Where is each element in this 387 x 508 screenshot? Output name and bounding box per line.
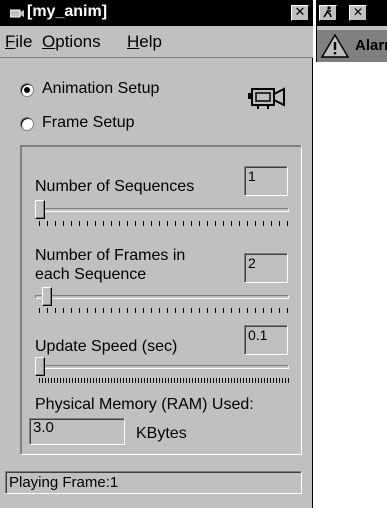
speed-value: 0.1	[244, 325, 288, 355]
memory-value: 3.0	[29, 418, 125, 445]
speed-label: Update Speed (sec)	[35, 338, 178, 355]
menu-options[interactable]: Options	[42, 32, 101, 52]
speed-slider-track[interactable]	[35, 365, 289, 369]
frame-setup-label[interactable]: Frame Setup	[42, 114, 134, 132]
app-icon	[9, 6, 24, 18]
animation-setup-label[interactable]: Animation Setup	[42, 80, 159, 98]
main-window: [my_anim] ✕ File Options Help Animation …	[0, 0, 313, 508]
settings-group: Number of Sequences 1 Number of Frames i…	[20, 145, 302, 455]
menu-file-label: ile	[15, 32, 33, 51]
close-button[interactable]: ✕	[291, 5, 309, 21]
sequences-value: 1	[244, 166, 288, 196]
frames-slider-ticks	[39, 308, 289, 313]
frames-label-line2: each Sequence	[35, 266, 147, 283]
menu-help-label: elp	[139, 32, 162, 51]
menu-options-accel: O	[42, 32, 56, 51]
memory-label: Physical Memory (RAM) Used:	[35, 396, 254, 413]
alarm-bar[interactable]: Alarm	[317, 30, 387, 62]
menu-help-accel: H	[127, 32, 140, 51]
sequences-label: Number of Sequences	[35, 178, 195, 195]
window-title: [my_anim]	[27, 3, 108, 20]
frames-slider-thumb[interactable]	[42, 287, 53, 306]
sequences-slider-ticks	[39, 221, 289, 226]
camera-icon	[248, 86, 288, 110]
speed-slider-ticks	[39, 378, 289, 383]
running-man-icon[interactable]	[319, 5, 337, 21]
menu-bar: File Options Help	[0, 26, 313, 58]
sequences-slider-track[interactable]	[35, 208, 289, 212]
speed-slider-thumb[interactable]	[35, 357, 45, 376]
status-bar: Playing Frame:1	[5, 471, 302, 494]
alarm-label: Alarm	[355, 37, 387, 54]
menu-help[interactable]: Help	[127, 32, 162, 52]
alarm-title-bar[interactable]: ✕	[317, 0, 387, 26]
title-bar[interactable]: [my_anim] ✕	[0, 0, 313, 26]
alarm-window: ✕ Alarm	[316, 0, 387, 62]
menu-file-accel: F	[5, 32, 16, 51]
menu-options-label: ptions	[55, 32, 101, 51]
frame-setup-radio[interactable]	[20, 117, 34, 131]
alarm-close-button[interactable]: ✕	[349, 5, 367, 21]
frames-slider-track[interactable]	[35, 295, 289, 299]
frames-label-line1: Number of Frames in	[35, 247, 186, 264]
animation-setup-radio[interactable]	[20, 83, 34, 97]
memory-unit: KBytes	[136, 425, 187, 442]
warning-icon	[320, 33, 350, 58]
menu-file[interactable]: File	[5, 32, 32, 52]
frames-value: 2	[244, 253, 288, 283]
sequences-slider-thumb[interactable]	[35, 200, 45, 219]
